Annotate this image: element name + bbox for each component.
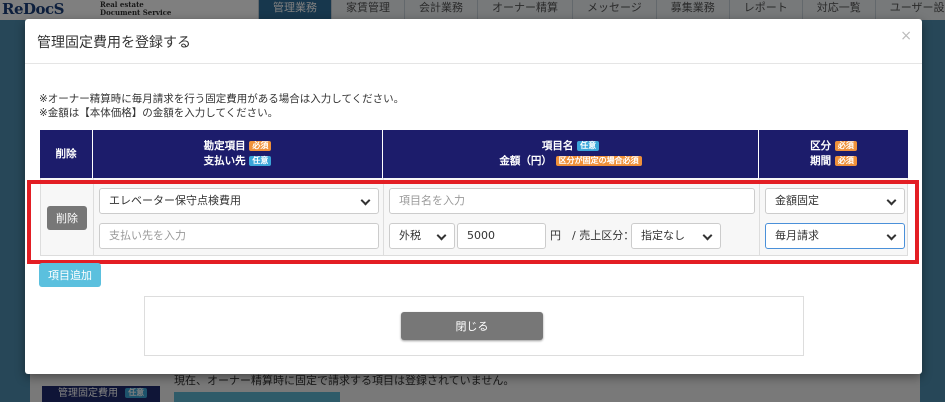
column-divider [93, 178, 94, 255]
optional-badge: 任意 [249, 156, 272, 166]
required-badge: 必須 [834, 156, 857, 166]
note-line-2: ※金額は【本体価格】の金額を入力してください。 [39, 107, 279, 119]
payee-input[interactable]: 支払い先を入力 [99, 223, 379, 249]
required-badge: 区分が固定の場合必須 [555, 156, 642, 166]
close-icon[interactable]: × [900, 28, 912, 44]
header-item-amount: 項目名 任意 金額（円） 区分が固定の場合必須 [383, 130, 759, 178]
table-header: 削除 勘定項目 必須 支払い先 任意 項目名 任意 金額（円） 区分が固定の場合… [40, 130, 908, 178]
modal-title: 管理固定費用を登録する [37, 35, 191, 51]
optional-badge: 任意 [577, 141, 600, 151]
item-name-input[interactable]: 項目名を入力 [389, 188, 755, 214]
header-category-period: 区分 必須 期間 必須 [759, 130, 908, 178]
sales-class-label: / 売上区分： [572, 229, 635, 242]
add-item-button[interactable]: 項目追加 [39, 263, 101, 287]
required-badge: 必須 [249, 141, 272, 151]
period-select[interactable]: 毎月請求 [765, 223, 905, 249]
column-divider [383, 178, 384, 255]
account-item-select[interactable]: エレベーター保守点検費用 [99, 188, 379, 214]
instruction-notes: ※オーナー精算時に毎月請求を行う固定費用がある場合は入力してください。 ※金額は… [39, 92, 404, 120]
tax-type-select[interactable]: 外税 [389, 223, 455, 249]
table-row: 削除 エレベーター保守点検費用 支払い先を入力 項目名を入力 外税 5000 円… [40, 178, 908, 256]
delete-row-button[interactable]: 削除 [47, 206, 87, 230]
note-line-1: ※オーナー精算時に毎月請求を行う固定費用がある場合は入力してください。 [39, 93, 405, 105]
column-divider [759, 178, 760, 255]
sales-class-select[interactable]: 指定なし [631, 223, 721, 249]
close-button[interactable]: 閉じる [401, 312, 543, 340]
amount-input[interactable]: 5000 [457, 223, 546, 249]
yen-label: 円 [550, 229, 561, 242]
header-account-payee: 勘定項目 必須 支払い先 任意 [93, 130, 383, 178]
header-delete: 削除 [40, 130, 93, 178]
category-select[interactable]: 金額固定 [765, 188, 905, 214]
required-badge: 必須 [834, 141, 857, 151]
modal-header: 管理固定費用を登録する × [25, 19, 922, 64]
